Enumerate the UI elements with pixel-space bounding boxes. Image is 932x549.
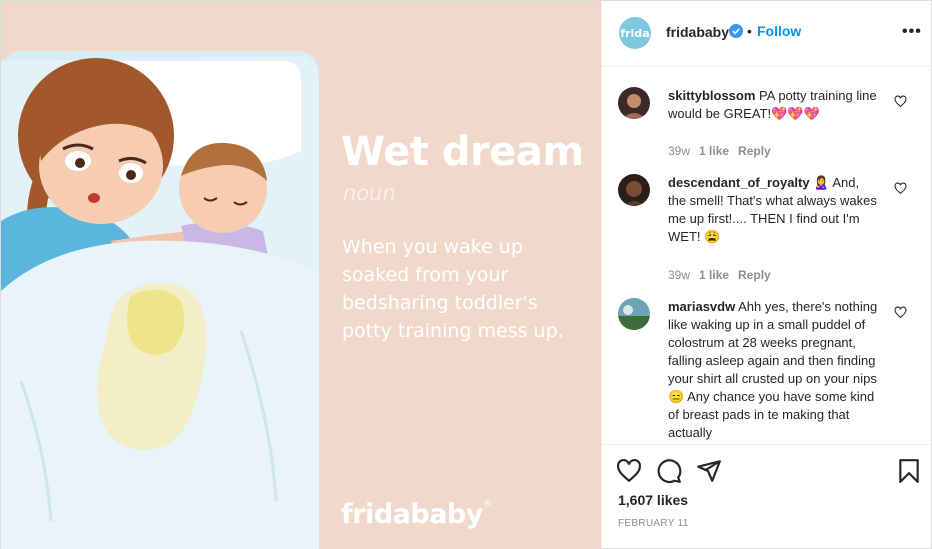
comment-text-block: descendant_of_royalty 🙎‍♀️ And, the smel… [668, 174, 880, 246]
comment-meta: 39w 1 like Reply [668, 144, 780, 158]
follow-button[interactable]: Follow [757, 23, 801, 39]
commenter-avatar[interactable] [618, 87, 650, 119]
like-comment-heart-icon[interactable] [894, 306, 907, 319]
comment-age: 39w [668, 144, 691, 158]
image-part-of-speech: noun [343, 181, 396, 205]
reply-button[interactable]: Reply [738, 144, 771, 158]
commenter-avatar[interactable] [618, 298, 650, 330]
comment-text: Ahh yes, there's nothing like waking up … [668, 299, 878, 440]
header-separator: • [747, 23, 752, 39]
reply-button[interactable]: Reply [738, 268, 771, 282]
comment-age: 39w [668, 268, 691, 282]
comment-username[interactable]: descendant_of_royalty [668, 175, 810, 190]
comment-like-count[interactable]: 1 like [699, 144, 729, 158]
more-options-icon[interactable]: ••• [902, 23, 922, 41]
post-sidebar: frida fridababy • Follow ••• skittybloss… [601, 1, 932, 549]
like-comment-heart-icon[interactable] [894, 95, 907, 108]
comment-username[interactable]: skittyblossom [668, 88, 755, 103]
post-header: frida fridababy • Follow ••• [602, 1, 932, 67]
post-actions-bar [602, 446, 932, 494]
image-headline: Wet dream [341, 129, 584, 175]
commenter-avatar[interactable] [618, 174, 650, 206]
comment-like-count[interactable]: 1 like [699, 268, 729, 282]
bookmark-icon[interactable] [896, 458, 922, 484]
likes-count[interactable]: 1,607 likes [618, 492, 688, 508]
heart-icon[interactable] [616, 458, 642, 484]
share-icon[interactable] [696, 458, 722, 484]
comment-meta: 39w 1 like Reply [668, 268, 780, 282]
registered-mark: ® [482, 499, 492, 509]
comment-text-block: skittyblossom PA potty training line wou… [668, 87, 880, 123]
comment-text-block: mariasvdw Ahh yes, there's nothing like … [668, 298, 880, 442]
post-date[interactable]: FEBRUARY 11 [618, 518, 689, 529]
image-watermark-logo: fridababy® [341, 499, 492, 530]
comment-icon[interactable] [656, 458, 682, 484]
image-logo-text: fridababy [341, 499, 483, 530]
instagram-post: Wet dream noun When you wake up soaked f… [0, 0, 932, 549]
verified-badge-icon [729, 24, 743, 38]
comment-username[interactable]: mariasvdw [668, 299, 735, 314]
like-comment-heart-icon[interactable] [894, 182, 907, 195]
post-image[interactable]: Wet dream noun When you wake up soaked f… [1, 1, 601, 549]
image-definition: When you wake up soaked from your bedsha… [342, 236, 564, 342]
author-username[interactable]: fridababy [666, 24, 729, 40]
comments-list[interactable]: skittyblossom PA potty training line wou… [602, 68, 932, 445]
author-avatar[interactable]: frida [619, 17, 651, 49]
